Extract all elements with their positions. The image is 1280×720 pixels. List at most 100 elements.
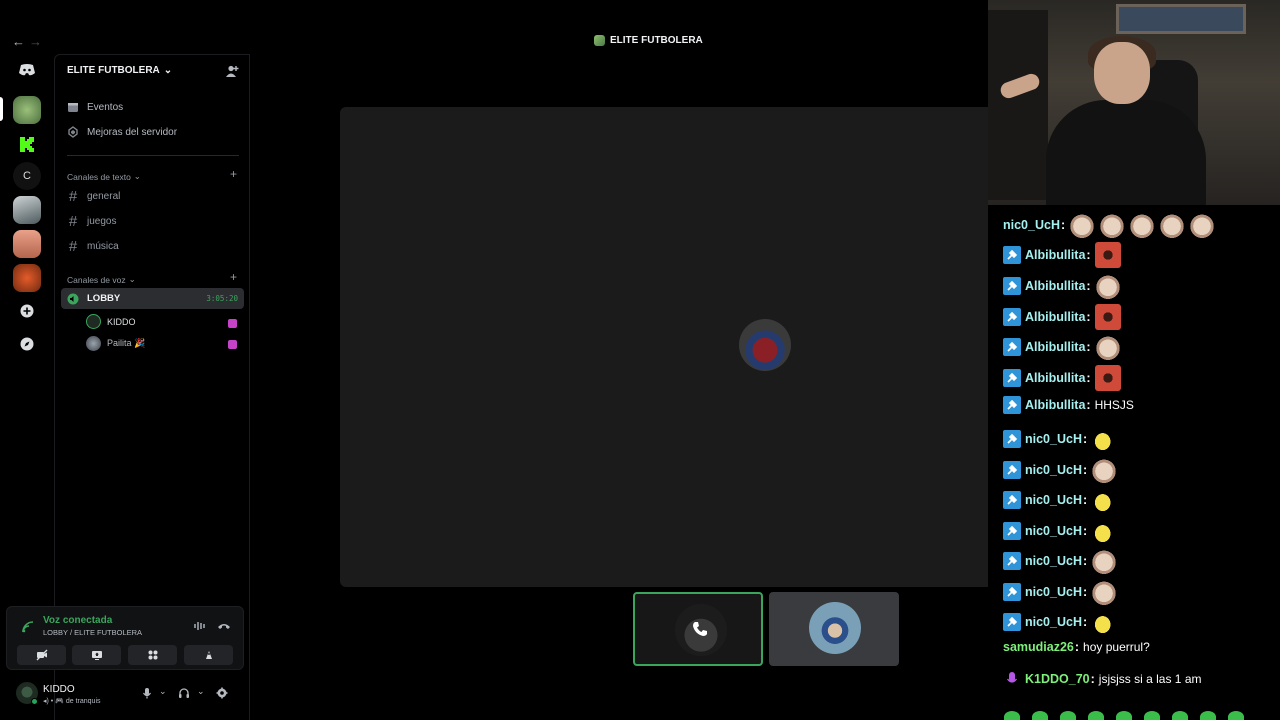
emote-icon bbox=[1172, 711, 1188, 720]
window-title-text: ELITE FUTBOLERA bbox=[610, 35, 703, 46]
title-bar: ←→ ELITE FUTBOLERA bbox=[0, 0, 988, 54]
back-arrow-icon[interactable]: ← bbox=[12, 34, 29, 49]
chevron-down-icon: ⌄ bbox=[128, 274, 136, 284]
soundboard-icon bbox=[205, 651, 212, 659]
chat-username[interactable]: Albibullita bbox=[1025, 371, 1085, 385]
menu-item-boosts[interactable]: Mejoras del servidor bbox=[67, 126, 177, 138]
user-name[interactable]: KIDDO bbox=[43, 684, 75, 695]
cat-emote-icon bbox=[1189, 212, 1216, 238]
chat-username[interactable]: nic0_UcH bbox=[1003, 218, 1060, 232]
participant-tile-pailita[interactable] bbox=[769, 592, 899, 666]
voice-user-name: Pailita 🎉 bbox=[107, 338, 146, 348]
chevron-down-icon[interactable]: ⌄ bbox=[159, 686, 167, 697]
chat-colon: : bbox=[1086, 310, 1091, 324]
window-title: ELITE FUTBOLERA bbox=[594, 35, 703, 46]
voice-user-kiddo[interactable]: KIDDO bbox=[86, 314, 136, 329]
voice-channel-label: LOBBY bbox=[87, 293, 121, 304]
forward-arrow-icon[interactable]: → bbox=[29, 34, 46, 49]
hash-icon: # bbox=[68, 188, 78, 205]
headphones-icon[interactable] bbox=[178, 687, 190, 699]
server-icon-letter[interactable]: C bbox=[13, 162, 41, 190]
activity-badge-icon bbox=[228, 340, 237, 349]
disconnect-icon[interactable] bbox=[217, 619, 231, 633]
chat-username[interactable]: Albibullita bbox=[1025, 310, 1085, 324]
online-status-dot bbox=[31, 698, 38, 705]
chat-username[interactable]: nic0_UcH bbox=[1025, 493, 1082, 507]
chat-username[interactable]: samudiaz26 bbox=[1003, 640, 1074, 654]
chat-username[interactable]: nic0_UcH bbox=[1025, 432, 1082, 446]
gear-icon[interactable] bbox=[216, 687, 228, 699]
microphone-icon[interactable] bbox=[141, 687, 153, 699]
chevron-down-icon: ⌄ bbox=[133, 171, 141, 181]
category-text-channels[interactable]: Canales de texto ⌄ bbox=[67, 171, 141, 182]
voice-location[interactable]: LOBBY / ELITE FUTBOLERA bbox=[43, 628, 142, 637]
server-name: ELITE FUTBOLERA bbox=[67, 65, 160, 76]
chat-username[interactable]: Albibullita bbox=[1025, 279, 1085, 293]
menu-item-events[interactable]: Eventos bbox=[67, 101, 123, 113]
chat-username[interactable]: Albibullita bbox=[1025, 248, 1085, 262]
chat-colon: : bbox=[1086, 279, 1091, 293]
server-icon-4[interactable] bbox=[13, 196, 41, 224]
cat-emote-icon bbox=[1129, 212, 1156, 238]
activities-button[interactable] bbox=[128, 645, 177, 665]
chat-colon: : bbox=[1082, 463, 1088, 477]
discover-compass-icon[interactable] bbox=[13, 330, 41, 358]
chevron-down-icon[interactable]: ⌄ bbox=[197, 686, 205, 697]
chat-colon: : bbox=[1082, 615, 1088, 629]
participant-tile-kiddo[interactable] bbox=[633, 592, 763, 666]
duck-emote-icon bbox=[1091, 609, 1118, 635]
chat-message: nic0_UcH: bbox=[1003, 579, 1118, 605]
voice-channel-lobby[interactable]: LOBBY 3:05:20 bbox=[61, 288, 244, 309]
channel-general[interactable]: # general bbox=[67, 188, 121, 205]
chat-message: nic0_UcH: bbox=[1003, 548, 1118, 574]
chat-username[interactable]: nic0_UcH bbox=[1025, 524, 1082, 538]
add-voice-channel-icon[interactable]: + bbox=[230, 270, 237, 284]
add-text-channel-icon[interactable]: + bbox=[230, 167, 237, 181]
server-icon-6[interactable] bbox=[13, 264, 41, 292]
channel-juegos[interactable]: # juegos bbox=[67, 213, 117, 230]
voice-user-pailita[interactable]: Pailita 🎉 bbox=[86, 336, 145, 351]
chat-colon: : bbox=[1086, 340, 1091, 354]
moderator-badge-icon bbox=[1003, 338, 1021, 356]
chat-username[interactable]: nic0_UcH bbox=[1025, 585, 1082, 599]
category-voice-channels[interactable]: Canales de voz ⌄ bbox=[67, 274, 136, 285]
chat-colon: : bbox=[1086, 398, 1091, 412]
chat-colon: : bbox=[1082, 432, 1088, 446]
moderator-badge-icon bbox=[1003, 246, 1021, 264]
server-icon-kick[interactable] bbox=[13, 130, 41, 158]
server-header[interactable]: ELITE FUTBOLERA ⌄ bbox=[67, 65, 172, 76]
channel-label: juegos bbox=[87, 216, 117, 227]
chat-username[interactable]: nic0_UcH bbox=[1025, 615, 1082, 629]
emote-icon bbox=[1004, 711, 1020, 720]
hash-icon: # bbox=[68, 238, 78, 255]
chat-message: nic0_UcH: bbox=[1003, 609, 1118, 635]
camera-off-button[interactable] bbox=[17, 645, 66, 665]
chat-message: Albibullita: HHSJS bbox=[1003, 396, 1134, 414]
moderator-badge-icon bbox=[1003, 583, 1021, 601]
chat-username[interactable]: K1DDO_70 bbox=[1025, 672, 1090, 686]
duck-emote-icon bbox=[1091, 426, 1118, 452]
main-video-tile[interactable] bbox=[340, 107, 988, 587]
chat-message: nic0_UcH: bbox=[1003, 487, 1118, 513]
soundboard-button[interactable] bbox=[184, 645, 233, 665]
voice-user-name: KIDDO bbox=[107, 316, 136, 327]
channel-musica[interactable]: # música bbox=[67, 238, 119, 255]
discord-home-icon[interactable] bbox=[13, 56, 41, 84]
chat-username[interactable]: Albibullita bbox=[1025, 398, 1085, 412]
noise-suppression-icon[interactable] bbox=[193, 619, 207, 633]
cat-emote-icon bbox=[1094, 334, 1121, 360]
server-icon-5[interactable] bbox=[13, 230, 41, 258]
server-icon-elite-futbolera[interactable] bbox=[13, 96, 41, 124]
selected-server-pill bbox=[0, 97, 3, 121]
chat-colon: : bbox=[1086, 371, 1091, 385]
invite-user-icon[interactable] bbox=[225, 64, 239, 78]
chat-username[interactable]: Albibullita bbox=[1025, 340, 1085, 354]
avatar bbox=[86, 314, 101, 329]
chat-username[interactable]: nic0_UcH bbox=[1025, 554, 1082, 568]
screen-share-icon bbox=[91, 651, 102, 660]
moderator-badge-icon bbox=[1003, 491, 1021, 509]
chat-username[interactable]: nic0_UcH bbox=[1025, 463, 1082, 477]
red-emote-icon bbox=[1094, 365, 1121, 391]
screen-share-button[interactable] bbox=[72, 645, 121, 665]
add-server-icon[interactable] bbox=[13, 297, 41, 325]
